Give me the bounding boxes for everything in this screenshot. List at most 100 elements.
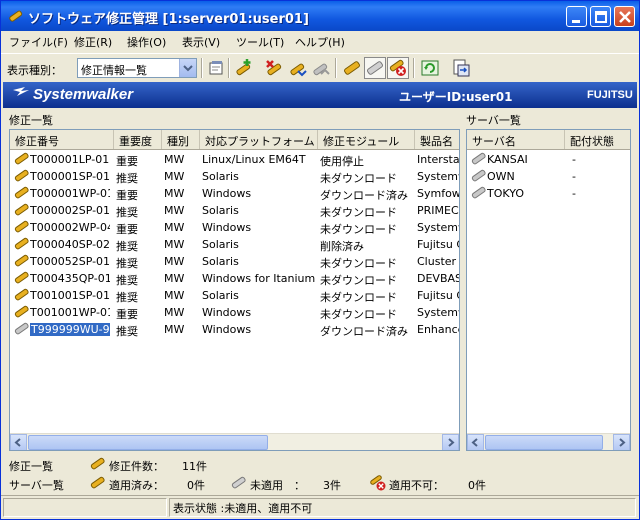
apply-fix-button[interactable] [286, 57, 308, 79]
filter-unapplied-button[interactable] [364, 57, 386, 79]
refresh-icon [421, 60, 439, 76]
menu-view[interactable]: 表示(V) [182, 34, 220, 50]
cell-severity-text: 推奨 [116, 172, 138, 185]
server-list-hscrollbar[interactable] [467, 433, 630, 450]
scroll-right-button[interactable] [442, 434, 459, 450]
cell-platform: Solaris [202, 289, 316, 302]
cell-product-text: Interstage [417, 153, 460, 166]
cell-kind-text: MW [164, 153, 185, 166]
cell-module: 削除済み [320, 238, 414, 254]
cell-kind-text: MW [164, 323, 185, 336]
table-row[interactable]: T000040SP-02 推奨 MW Solaris 削除済み Fujitsu C [10, 236, 459, 253]
cell-fix-id-text: T000002WP-04 [30, 221, 110, 234]
col-product[interactable]: 製品名 [415, 130, 459, 149]
menu-bar: ファイル(F) 修正(R) 操作(O) 表示(V) ツール(T) ヘルプ(H) [1, 31, 639, 51]
cell-kind: MW [164, 170, 198, 183]
table-row[interactable]: T000435QP-01 推奨 MW Windows for Itanium 未ダウンロ… [10, 270, 459, 287]
fix-unapplied-icon [14, 322, 29, 335]
col-distribution-status[interactable]: 配付状態 [565, 130, 630, 149]
table-row[interactable]: T000001WP-01 重要 MW Windows ダウンロード済み Symfoware [10, 185, 459, 202]
cell-product-text: Cluster [417, 255, 457, 268]
cell-product-text: Enhanced [417, 323, 459, 336]
cell-fix-id: T000435QP-01 [30, 272, 110, 285]
fix-icon [14, 271, 29, 284]
table-row[interactable]: T999999WU-99 推奨 MW Windows ダウンロード済み Enhanced [10, 321, 459, 338]
export-button[interactable] [450, 57, 472, 79]
col-platform[interactable]: 対応プラットフォーム [200, 130, 318, 149]
menu-help[interactable]: ヘルプ(H) [295, 34, 345, 50]
col-module[interactable]: 修正モジュール [318, 130, 415, 149]
cell-kind: MW [164, 306, 198, 319]
col-severity[interactable]: 重要度 [114, 130, 162, 149]
col-kind[interactable]: 種別 [162, 130, 200, 149]
list-item[interactable]: KANSAI - [467, 151, 630, 168]
cell-severity-text: 推奨 [116, 325, 138, 338]
add-fix-icon [236, 59, 251, 76]
filter-not-applicable-icon [389, 59, 406, 76]
server-icon [471, 186, 486, 199]
table-row[interactable]: T000052SP-01 推奨 MW Solaris 未ダウンロード Cluster [10, 253, 459, 270]
minimize-button[interactable] [566, 6, 587, 27]
properties-button[interactable] [205, 57, 227, 79]
menu-file[interactable]: ファイル(F) [9, 34, 68, 50]
col-fix-id[interactable]: 修正番号 [10, 130, 114, 149]
cell-severity-text: 重要 [116, 223, 138, 236]
brand-name: Systemwalker [33, 86, 134, 103]
filter-applied-button[interactable] [341, 57, 363, 79]
fix-list[interactable]: 修正番号 重要度 種別 対応プラットフォーム 修正モジュール 製品名 T0000… [9, 129, 460, 451]
table-row[interactable]: T000002SP-01 推奨 MW Solaris 未ダウンロード PRIMECLUST… [10, 202, 459, 219]
table-row[interactable]: T000002WP-04 重要 MW Windows 未ダウンロード Systemwalk… [10, 219, 459, 236]
table-row[interactable]: T000001LP-01 重要 MW Linux/Linux EM64T 使用停止 Int… [10, 151, 459, 168]
scroll-right-button[interactable] [613, 434, 630, 450]
scroll-thumb[interactable] [485, 435, 603, 450]
properties-icon [209, 61, 223, 75]
filter-unapplied-icon [367, 61, 383, 75]
col-server-name[interactable]: サーバ名 [467, 130, 565, 149]
menu-fix[interactable]: 修正(R) [74, 34, 112, 50]
filter-not-applicable-button[interactable] [387, 57, 409, 79]
chevron-left-icon [471, 438, 478, 447]
cell-platform-text: Windows [202, 323, 252, 336]
cell-product-text: Systemwalker [417, 170, 459, 183]
chevron-down-icon[interactable] [179, 59, 196, 77]
cell-severity: 推奨 [116, 272, 160, 288]
cell-module: 未ダウンロード [320, 204, 414, 220]
scroll-left-button[interactable] [10, 434, 27, 450]
cell-fix-id: T000001SP-01 [30, 170, 110, 183]
maximize-button[interactable] [590, 6, 611, 27]
server-list[interactable]: サーバ名 配付状態 KANSAI - OWN - TOKYO - [466, 129, 631, 451]
cell-module-text: 未ダウンロード [320, 291, 397, 304]
unapply-fix-button[interactable] [309, 57, 331, 79]
list-item[interactable]: TOKYO - [467, 185, 630, 202]
cell-fix-id: T001001SP-01 [30, 289, 110, 302]
applied-count: 0件 [187, 479, 205, 492]
close-icon [619, 11, 631, 23]
cell-fix-id-text: T001001SP-01 [30, 289, 110, 302]
cell-module-text: 未ダウンロード [320, 206, 397, 219]
scroll-left-button[interactable] [467, 434, 484, 450]
table-row[interactable]: T001001WP-01 重要 MW Windows 未ダウンロード Systemwalk… [10, 304, 459, 321]
add-fix-button[interactable] [232, 57, 254, 79]
list-item[interactable]: OWN - [467, 168, 630, 185]
scroll-thumb[interactable] [28, 435, 268, 450]
cell-product-text: DEVBASE [417, 272, 459, 285]
delete-fix-button[interactable] [263, 57, 285, 79]
table-row[interactable]: T001001SP-01 推奨 MW Solaris 未ダウンロード Fujitsu C [10, 287, 459, 304]
title-bar[interactable]: ソフトウェア修正管理 [1:server01:user01] [1, 1, 639, 31]
cell-kind-text: MW [164, 272, 185, 285]
applied-label: 適用済み： [109, 479, 164, 492]
close-button[interactable] [614, 6, 635, 27]
chevron-right-icon [448, 438, 455, 447]
menu-operation[interactable]: 操作(O) [127, 34, 166, 50]
not-applicable-count: 0件 [468, 479, 486, 492]
display-type-select[interactable]: 修正情報一覧 [77, 58, 197, 78]
fix-list-hscrollbar[interactable] [10, 433, 459, 450]
menu-tools[interactable]: ツール(T) [236, 34, 284, 50]
cell-platform-text: Windows for Itanium [202, 272, 316, 285]
cell-platform-text: Solaris [202, 255, 239, 268]
refresh-button[interactable] [419, 57, 441, 79]
not-applicable-icon [370, 475, 386, 491]
toolbar: 表示種別： 修正情報一覧 [1, 53, 639, 81]
cell-platform: Windows [202, 221, 316, 234]
table-row[interactable]: T000001SP-01 推奨 MW Solaris 未ダウンロード Systemwalk… [10, 168, 459, 185]
